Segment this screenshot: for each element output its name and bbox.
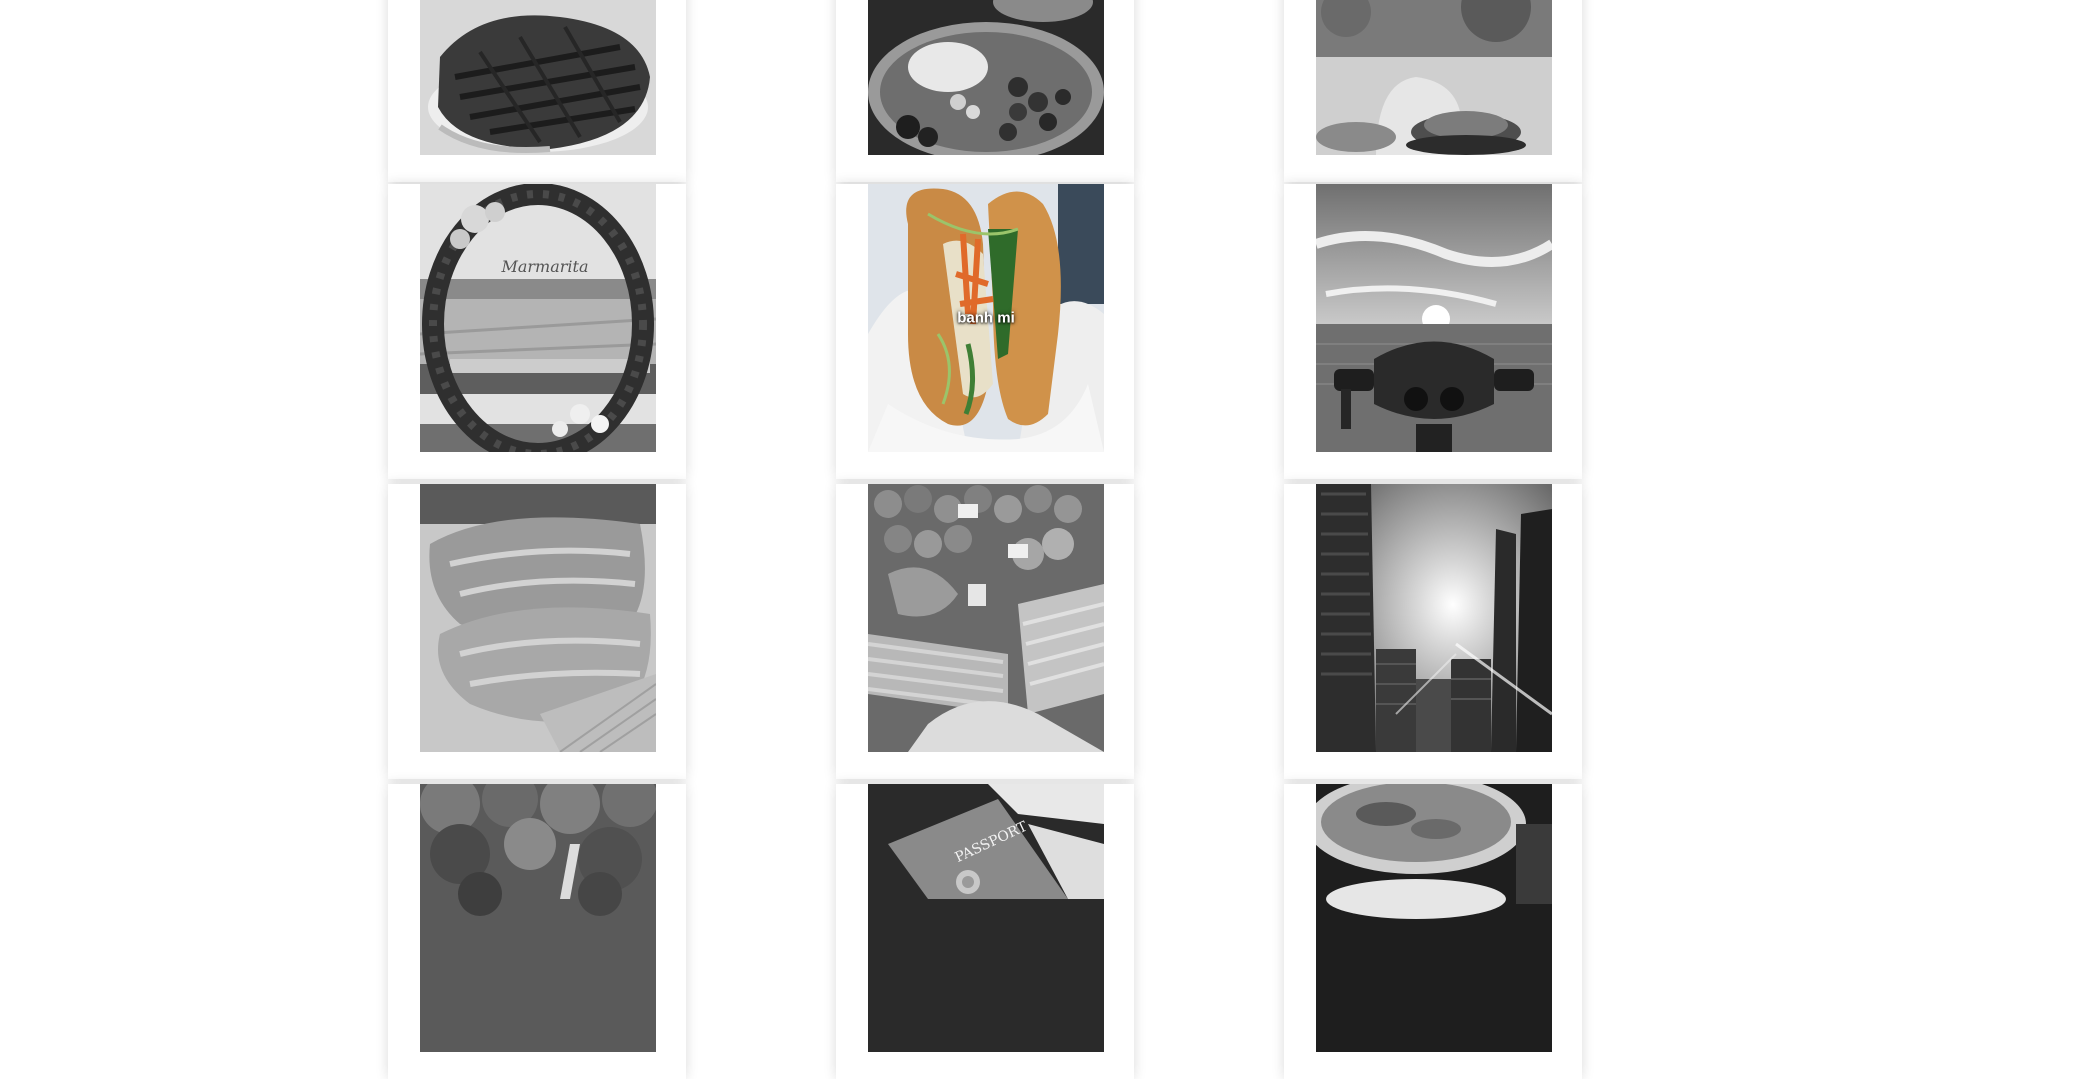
gallery-item-salmon-sushi[interactable] [388,484,686,779]
gallery-item-passport[interactable]: PASSPORT [836,784,1134,1079]
gallery-item-forest-waterfall[interactable] [388,784,686,1079]
photo-viewer-binoculars[interactable] [1316,184,1552,452]
photo-caption: banh mi [957,309,1015,327]
photo-city-towers[interactable] [1316,484,1552,752]
gallery-item-seafood-plate[interactable] [1284,784,1582,1079]
gallery-item-steak[interactable] [388,0,686,182]
arch-sign-text: Marmarita [500,257,588,276]
photo-gallery: Marmarita banh mi PASSPORT [0,0,2073,1079]
gallery-item-banh-mi[interactable]: banh mi [836,184,1134,479]
photo-patio-dish[interactable] [1316,0,1552,155]
gallery-item-viewer-binoculars[interactable] [1284,184,1582,479]
photo-steak[interactable] [420,0,656,155]
photo-fruit-bowl[interactable] [868,0,1104,155]
photo-banh-mi[interactable]: banh mi [868,184,1104,452]
photo-forest-waterfall[interactable] [420,784,656,1052]
photo-seafood-plate[interactable] [1316,784,1552,1052]
photo-flower-arch[interactable]: Marmarita [420,184,656,452]
photo-salmon-sushi[interactable] [420,484,656,752]
photo-passport[interactable]: PASSPORT [868,784,1104,1052]
gallery-item-fruit-bowl[interactable] [836,0,1134,182]
gallery-item-city-towers[interactable] [1284,484,1582,779]
gallery-item-market-produce[interactable] [836,484,1134,779]
photo-market-produce[interactable] [868,484,1104,752]
gallery-item-patio-dish[interactable] [1284,0,1582,182]
gallery-item-flower-arch[interactable]: Marmarita [388,184,686,479]
